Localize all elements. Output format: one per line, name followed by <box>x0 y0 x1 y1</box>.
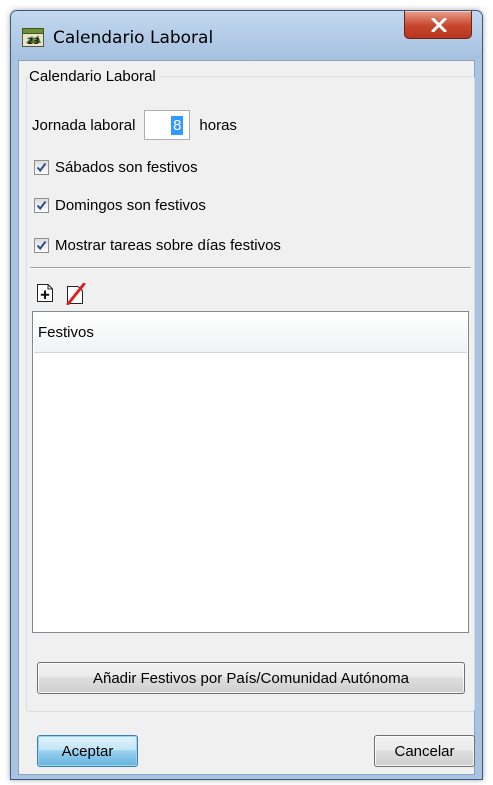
holidays-table[interactable]: Festivos <box>32 311 469 633</box>
check-icon <box>36 200 47 211</box>
holidays-column-label: Festivos <box>38 324 94 341</box>
delete-holiday-button[interactable] <box>66 282 86 306</box>
workday-hours-value: 8 <box>171 115 184 135</box>
workday-row: Jornada laboral 8 horas <box>32 110 237 140</box>
toolbar-separator <box>30 267 471 269</box>
svg-text:23: 23 <box>27 37 40 47</box>
saturdays-checkbox-row[interactable]: Sábados son festivos <box>34 159 198 176</box>
workday-label: Jornada laboral <box>32 116 136 134</box>
calendar-groupbox: Calendario Laboral Jornada laboral 8 hor… <box>26 68 475 712</box>
workday-unit: horas <box>199 116 237 134</box>
dialog-client-area: Calendario Laboral Jornada laboral 8 hor… <box>18 60 475 775</box>
check-icon <box>36 162 47 173</box>
show-tasks-label: Mostrar tareas sobre días festivos <box>55 237 281 254</box>
workday-hours-input[interactable]: 8 <box>144 110 191 140</box>
add-holiday-button[interactable] <box>36 283 56 305</box>
close-icon <box>431 18 447 32</box>
calendar-dialog: 23 Calendario Laboral Calendario Laboral… <box>10 10 483 780</box>
add-region-holidays-button[interactable]: Añadir Festivos por País/Comunidad Autón… <box>37 662 465 694</box>
calendar-app-icon: 23 <box>22 27 44 47</box>
delete-holiday-icon <box>66 282 86 306</box>
add-holiday-icon <box>37 284 53 302</box>
holidays-column-header[interactable]: Festivos <box>34 313 467 353</box>
cancel-button[interactable]: Cancelar <box>374 735 475 767</box>
show-tasks-checkbox-row[interactable]: Mostrar tareas sobre días festivos <box>34 237 281 254</box>
saturdays-label: Sábados son festivos <box>55 159 198 176</box>
accept-button[interactable]: Aceptar <box>37 735 138 767</box>
show-tasks-checkbox[interactable] <box>34 238 49 253</box>
groupbox-legend: Calendario Laboral <box>29 68 159 85</box>
saturdays-checkbox[interactable] <box>34 160 49 175</box>
window-title: Calendario Laboral <box>53 28 214 48</box>
sundays-checkbox[interactable] <box>34 198 49 213</box>
sundays-checkbox-row[interactable]: Domingos son festivos <box>34 197 206 214</box>
title-bar[interactable]: 23 Calendario Laboral <box>11 11 482 59</box>
close-button[interactable] <box>404 11 472 39</box>
sundays-label: Domingos son festivos <box>55 197 206 214</box>
check-icon <box>36 240 47 251</box>
